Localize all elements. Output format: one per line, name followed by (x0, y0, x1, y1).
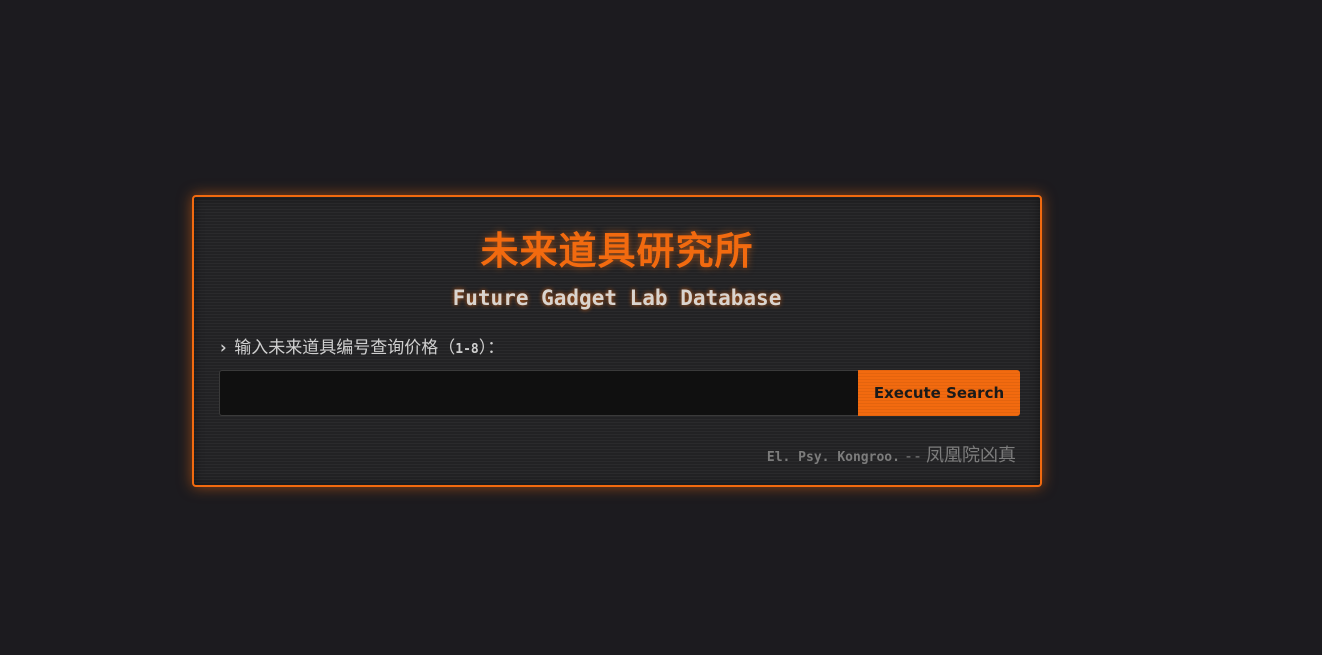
execute-search-button[interactable]: Execute Search (858, 370, 1020, 416)
search-panel: 未来道具研究所 Future Gadget Lab Database › 输入未来… (192, 195, 1042, 487)
page-subtitle: Future Gadget Lab Database (452, 286, 782, 310)
search-prompt-range: 1-8 (455, 342, 479, 357)
page-title: 未来道具研究所 (480, 229, 754, 273)
footer-author: 凤凰院凶真 (926, 445, 1016, 466)
search-prompt-label: 输入未来道具编号查询价格（ (234, 338, 456, 358)
search-prompt-suffix: ）： (478, 338, 505, 358)
gadget-number-input[interactable] (219, 370, 859, 416)
search-prompt: › 输入未来道具编号查询价格（1-8）： (218, 337, 504, 361)
footer-motto: El. Psy. Kongroo. (766, 450, 900, 465)
footer-signature: El. Psy. Kongroo. -- 凤凰院凶真 (767, 441, 1016, 467)
footer-separator: -- (903, 447, 922, 465)
chevron-right-icon: › (218, 338, 229, 358)
